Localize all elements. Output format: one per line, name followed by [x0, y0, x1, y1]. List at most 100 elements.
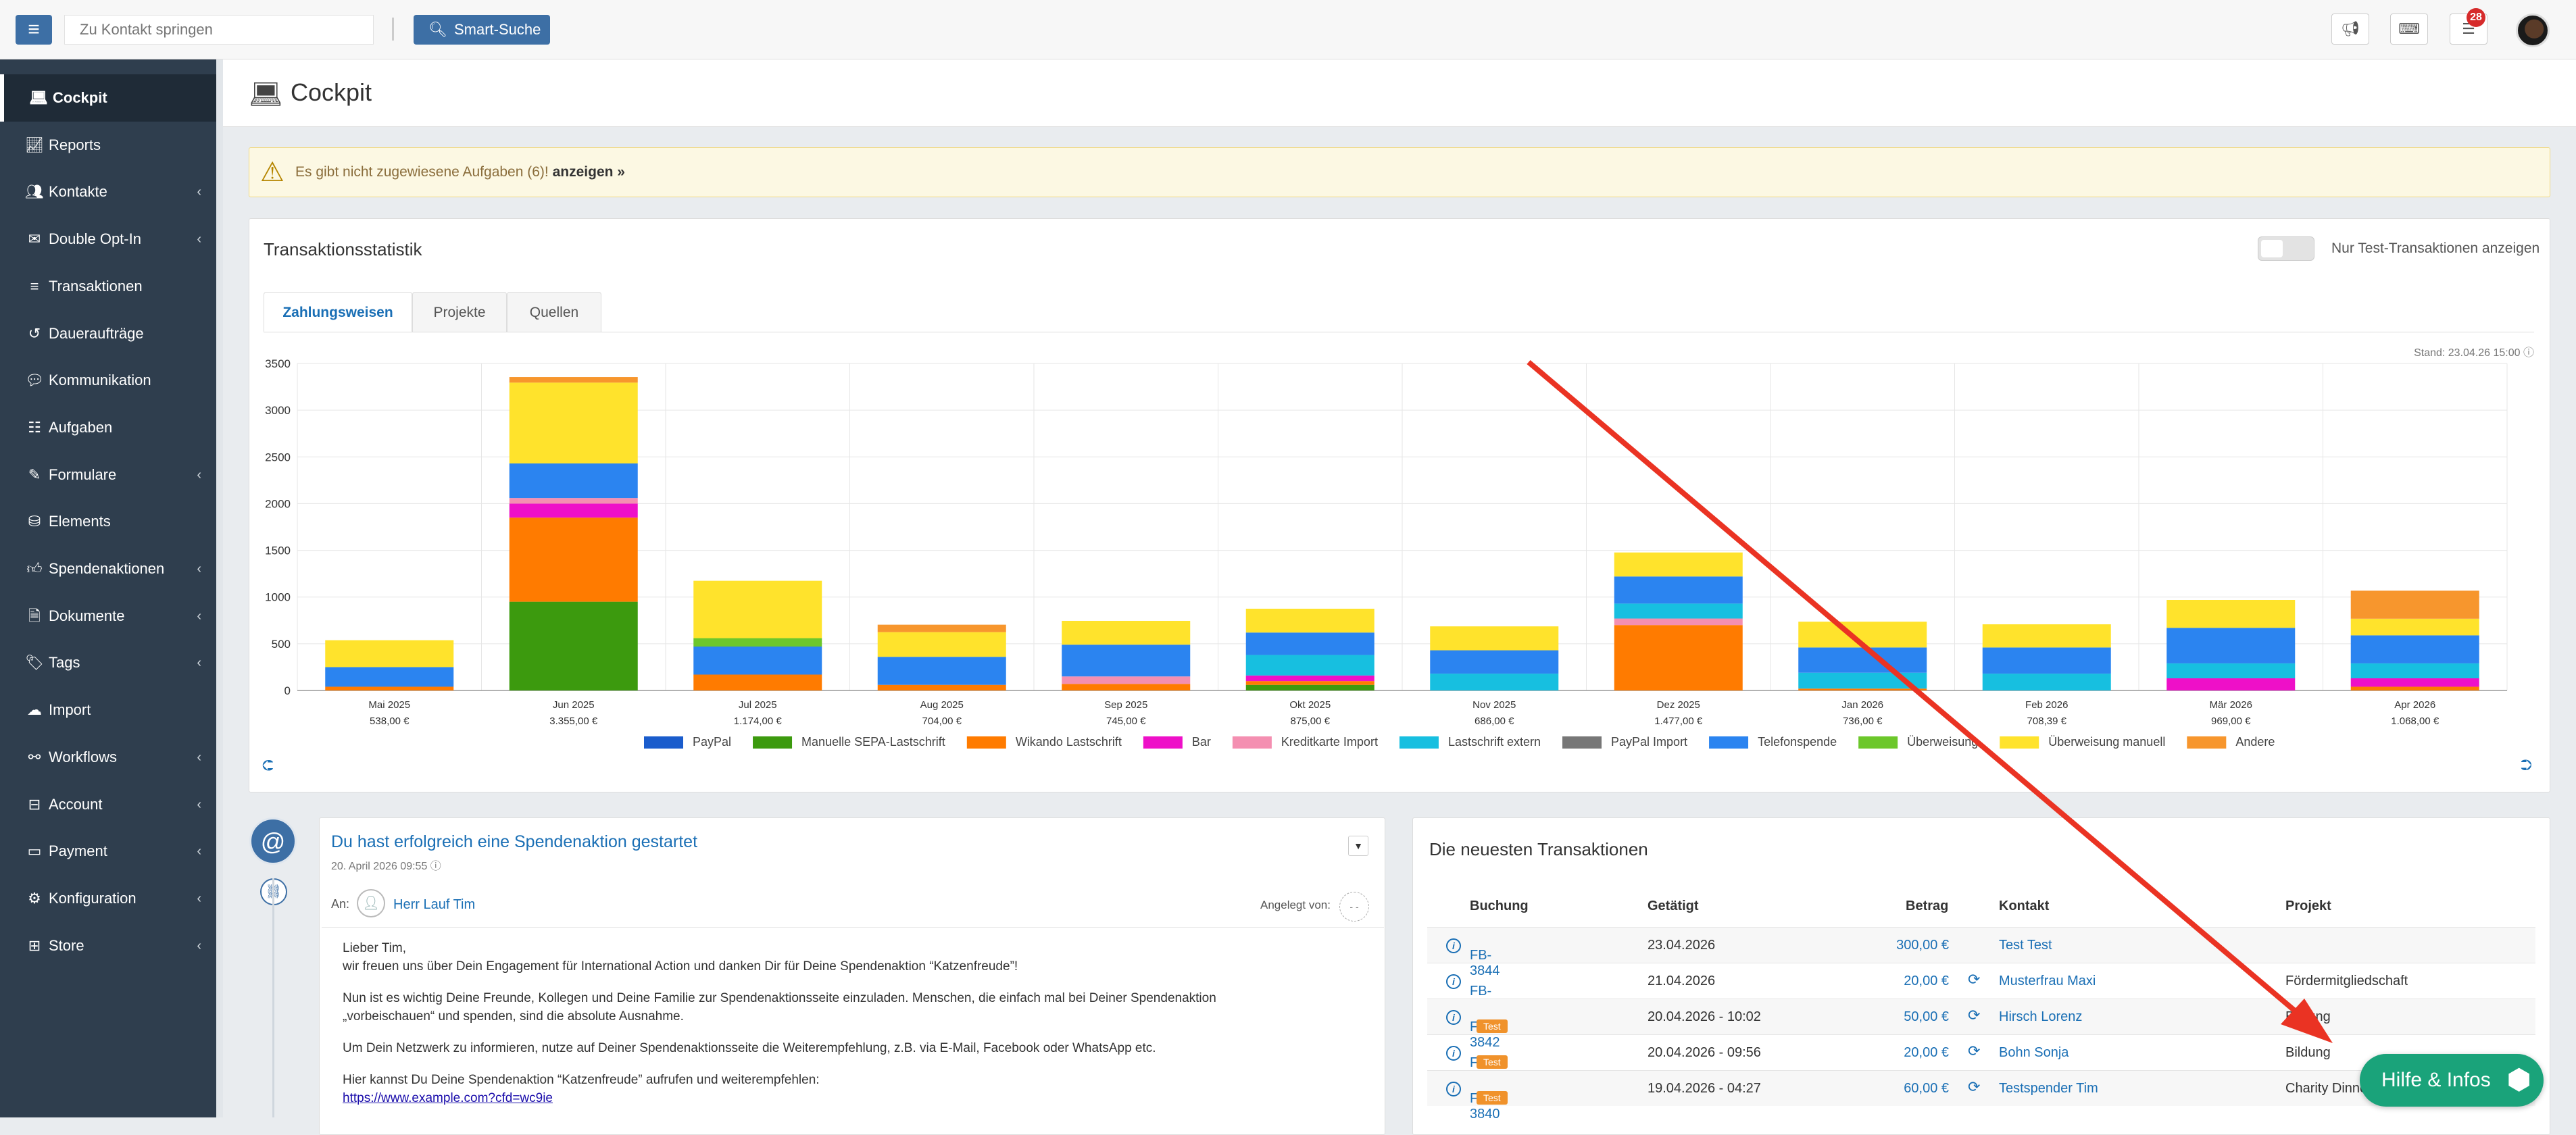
transaction-amount: 20,00 €: [1904, 1045, 1949, 1060]
alert-show-link[interactable]: anzeigen »: [553, 164, 625, 180]
table-row[interactable]: iFB-384321.04.202620,00 €⟳Musterfrau Max…: [1427, 963, 2535, 1014]
contact-link[interactable]: Hirsch Lorenz: [1999, 1009, 2082, 1025]
sidebar-item-daueraufträge[interactable]: ↺ Daueraufträge: [0, 310, 216, 357]
bar-segment: [2350, 618, 2479, 636]
created-by-label: Angelegt von:: [1260, 899, 1331, 911]
contact-link[interactable]: Test Test: [1999, 938, 2052, 953]
top-bar: ≡ 🔍︎ Smart-Suche 📢︎ ⌨ ☰ 28: [0, 0, 2576, 59]
chevron-left-icon: ‹: [197, 655, 201, 671]
transaction-date: 20.04.2026 - 10:02: [1648, 1009, 1761, 1024]
info-icon[interactable]: i: [1446, 938, 1461, 953]
col-header-getaetigt: Getätigt: [1648, 899, 1699, 913]
x-tick-label: Okt 2025: [1289, 699, 1331, 711]
keyboard-icon: ⌨: [2398, 20, 2420, 37]
sidebar-item-formulare[interactable]: ✎ Formulare ‹: [0, 451, 216, 499]
transactions-title: Die neuesten Transaktionen: [1429, 839, 1648, 859]
sidebar-item-dokumente[interactable]: 🗎 Dokumente ‹: [0, 592, 216, 640]
contact-link[interactable]: Bohn Sonja: [1999, 1045, 2069, 1061]
help-info-button[interactable]: Hilfe & Infos ⬢: [2360, 1054, 2544, 1107]
info-icon[interactable]: i: [1446, 1081, 1461, 1096]
tab-projekte[interactable]: Projekte: [412, 292, 507, 332]
feed-title[interactable]: Du hast erfolgreich eine Spendenaktion g…: [331, 832, 697, 852]
sidebar-item-elements[interactable]: ⛁ Elements: [0, 498, 216, 545]
sidebar-item-double-opt-in[interactable]: ✉ Double Opt-In ‹: [0, 216, 216, 263]
feed-dropdown-button[interactable]: ▼: [1348, 836, 1368, 856]
sidebar-item-workflows[interactable]: ⚯ Workflows ‹: [0, 734, 216, 781]
sidebar-item-cockpit[interactable]: 💻︎ Cockpit: [0, 74, 216, 122]
table-row[interactable]: i FB-3844 23.04.2026 300,00 € Test Test: [1427, 927, 2535, 978]
y-tick-label: 3500: [265, 357, 291, 370]
menu-toggle-button[interactable]: ≡: [16, 15, 52, 45]
tab-zahlungsweisen[interactable]: Zahlungsweisen: [264, 292, 412, 332]
transaction-amount: 300,00 €: [1896, 938, 1949, 953]
contact-link[interactable]: Testspender Tim: [1999, 1081, 2098, 1096]
tab-quellen[interactable]: Quellen: [507, 292, 601, 332]
col-header-projekt: Projekt: [2285, 899, 2331, 913]
chart-prev-icon[interactable]: ⮈: [262, 757, 274, 774]
sidebar-item-tags[interactable]: 🏷︎ Tags ‹: [0, 639, 216, 686]
contact-link[interactable]: Musterfrau Maxi: [1999, 974, 2096, 989]
total-label: 3.355,00 €: [549, 715, 598, 727]
total-label: 704,00 €: [922, 715, 962, 727]
test-badge: Test: [1477, 1019, 1508, 1033]
sidebar-item-kontakte[interactable]: 👥︎ Kontakte ‹: [0, 168, 216, 216]
sidebar-item-label: Double Opt-In: [49, 230, 141, 248]
total-label: 538,00 €: [370, 715, 410, 727]
keyboard-button[interactable]: ⌨: [2390, 14, 2428, 45]
x-tick-label: Jun 2025: [553, 699, 595, 711]
bar-segment: [1430, 626, 1559, 651]
chevron-left-icon: ‹: [197, 184, 201, 200]
sidebar-item-spendenaktionen[interactable]: 👍︎ Spendenaktionen ‹: [0, 545, 216, 592]
sidebar-item-account[interactable]: ⊟ Account ‹: [0, 781, 216, 828]
x-tick-label: Dez 2025: [1657, 699, 1700, 711]
account-icon: ⊟: [28, 795, 41, 813]
y-tick-label: 2500: [265, 451, 291, 463]
envelope-icon: ✉: [28, 230, 41, 248]
chart-next-icon[interactable]: ⮊: [2521, 757, 2532, 774]
test-transactions-toggle[interactable]: [2258, 236, 2314, 261]
feed-line: Hier kannst Du Deine Spendenaktion “Katz…: [343, 1073, 820, 1087]
legend-swatch: [644, 736, 683, 749]
laptop-icon: 💻︎: [29, 89, 48, 106]
sidebar-item-label: Kommunikation: [49, 372, 151, 389]
sidebar-item-konfiguration[interactable]: ⚙ Konfiguration ‹: [0, 875, 216, 922]
contact-search-input[interactable]: [64, 15, 374, 45]
transaction-amount: 60,00 €: [1904, 1081, 1949, 1096]
table-row[interactable]: iFB-3842Test20.04.2026 - 10:0250,00 €⟳Hi…: [1427, 999, 2535, 1050]
bar-segment: [2350, 635, 2479, 663]
laptop-icon: 💻︎: [249, 80, 283, 109]
sidebar-item-payment[interactable]: ▭ Payment ‹: [0, 828, 216, 875]
legend-label: Telefonspende: [1758, 735, 1837, 749]
feed-link[interactable]: https://www.example.com?cfd=wc9ie: [343, 1091, 553, 1105]
sidebar-item-store[interactable]: ⊞ Store ‹: [0, 922, 216, 969]
y-tick-label: 1000: [265, 591, 291, 604]
announcements-button[interactable]: 📢︎: [2331, 14, 2369, 45]
sidebar-item-transaktionen[interactable]: ≡ Transaktionen: [0, 263, 216, 310]
sidebar-item-reports[interactable]: 📈︎ Reports: [0, 122, 216, 169]
sidebar-item-import[interactable]: ☁ Import: [0, 686, 216, 734]
bar-segment: [1798, 672, 1927, 689]
x-tick-label: Mär 2026: [2210, 699, 2252, 711]
transaction-date: 19.04.2026 - 04:27: [1648, 1081, 1761, 1096]
bar-segment: [1245, 681, 1374, 685]
x-tick-label: Nov 2025: [1472, 699, 1516, 711]
gear-icon: ⚙: [28, 889, 41, 907]
info-icon[interactable]: i: [1446, 974, 1461, 989]
sidebar-item-aufgaben[interactable]: ☷ Aufgaben: [0, 404, 216, 451]
credit-card-icon: ▭: [27, 842, 42, 860]
info-icon: ⓘ: [430, 861, 441, 872]
bar-segment: [693, 580, 822, 638]
hamburger-icon: ≡: [28, 18, 40, 41]
user-avatar[interactable]: [2516, 14, 2550, 47]
info-icon[interactable]: i: [1446, 1009, 1461, 1025]
recurring-icon: ⟳: [1968, 1007, 1981, 1024]
sidebar-item-label: Kontakte: [49, 183, 107, 201]
chevron-left-icon: ‹: [197, 749, 201, 765]
bar-segment: [1245, 609, 1374, 633]
feed-recipient-link[interactable]: Herr Lauf Tim: [393, 897, 475, 913]
sidebar-item-kommunikation[interactable]: 💬︎ Kommunikation: [0, 357, 216, 404]
smart-search-button[interactable]: 🔍︎ Smart-Suche: [414, 15, 550, 45]
x-tick-label: Apr 2026: [2394, 699, 2435, 711]
info-icon[interactable]: i: [1446, 1045, 1461, 1061]
chevron-left-icon: ‹: [197, 938, 201, 953]
